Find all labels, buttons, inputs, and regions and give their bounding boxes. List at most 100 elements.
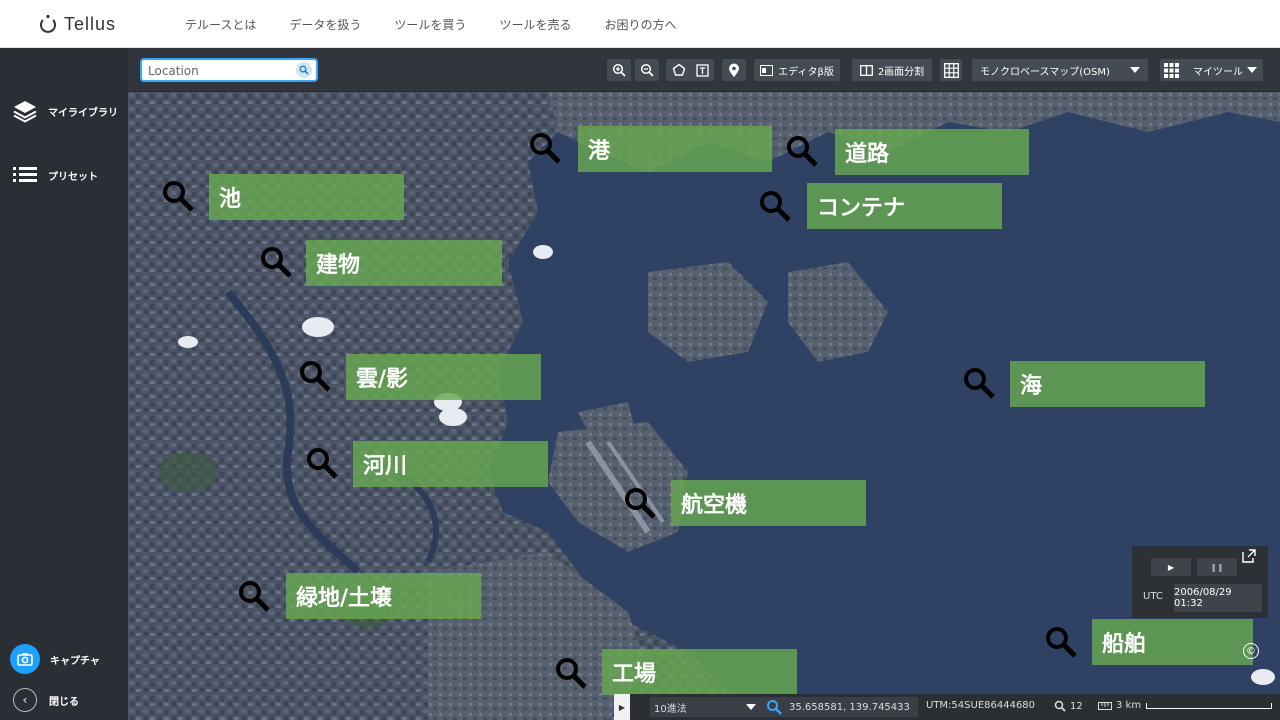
play-icon: ▶ — [1167, 562, 1175, 572]
nav-about[interactable]: テルースとは — [185, 16, 256, 33]
poi-label-road[interactable]: 道路 — [835, 129, 1029, 175]
my-tools-label: マイツール — [1193, 66, 1243, 78]
status-collapse-toggle[interactable]: ▶ — [614, 694, 630, 720]
pause-icon: ❚❚ — [1210, 562, 1224, 572]
utc-label: UTC — [1143, 591, 1163, 602]
zoom-level-indicator: 12 — [1054, 700, 1083, 712]
chevron-right-icon: ▶ — [618, 702, 626, 712]
my-tools-button[interactable]: マイツール — [1160, 59, 1263, 81]
zoom-in-icon — [612, 63, 626, 77]
container-magnifier-icon[interactable] — [757, 188, 793, 224]
poi-label-building[interactable]: 建物 — [306, 240, 502, 286]
nav-buy-tools[interactable]: ツールを買う — [394, 16, 466, 33]
nav-data[interactable]: データを扱う — [289, 16, 361, 33]
basemap-select-value: モノクロベースマップ(OSM) — [980, 66, 1110, 78]
editor-beta-label: エディタβ版 — [778, 66, 834, 78]
split-view-icon — [859, 64, 873, 76]
poi-label-port[interactable]: 港 — [578, 126, 772, 172]
basemap-select[interactable]: モノクロベースマップ(OSM) — [972, 59, 1148, 81]
building-magnifier-icon[interactable] — [258, 244, 294, 280]
search-button[interactable] — [296, 62, 312, 78]
coordinate-format-select[interactable]: 10進法 — [650, 697, 762, 717]
latlng-search-field[interactable]: 35.658581, 139.745433 — [758, 697, 918, 717]
map-pin-icon — [729, 63, 739, 77]
poi-label-sea[interactable]: 海 — [1010, 361, 1205, 407]
zoom-out-button[interactable] — [635, 59, 659, 81]
editor-icon — [760, 64, 774, 76]
sidebar-label-my-library: マイライブラリ — [48, 107, 118, 119]
sidebar-label-preset: プリセット — [48, 171, 98, 183]
main-nav: テルースとは データを扱う ツールを買う ツールを売る お困りの方へ — [185, 0, 709, 48]
sidebar-item-close[interactable]: ‹ 閉じる — [13, 688, 79, 712]
poi-label-aircraft[interactable]: 航空機 — [671, 480, 866, 526]
map-toolbar: エディタβ版 2画面分割 モノクロベースマップ(OSM) マイツール — [128, 48, 1280, 92]
list-icon — [12, 162, 38, 188]
open-external-icon[interactable] — [1242, 549, 1256, 563]
coordinate-format-value: 10進法 — [654, 703, 687, 715]
split-screen-label: 2画面分割 — [877, 66, 925, 78]
top-header: Tellus テルースとは データを扱う ツールを買う ツールを売る お困りの方… — [0, 0, 1280, 48]
sidebar-label-close: 閉じる — [49, 696, 79, 708]
poi-label-pond[interactable]: 池 — [209, 174, 404, 220]
search-icon — [767, 700, 782, 715]
ship-magnifier-icon[interactable] — [1043, 624, 1079, 660]
polygon-icon[interactable] — [672, 63, 686, 77]
layers-icon — [12, 98, 38, 124]
text-tool-icon[interactable] — [695, 63, 709, 77]
tellus-logo-icon — [38, 14, 58, 34]
copyright-icon[interactable]: © — [1243, 643, 1259, 659]
zoom-in-button[interactable] — [607, 59, 631, 81]
zoom-out-icon — [640, 63, 654, 77]
draw-tools-group — [666, 59, 714, 81]
scale-indicator: 3 km — [1098, 700, 1141, 711]
poi-label-green-soil[interactable]: 緑地/土壌 — [286, 573, 481, 619]
pause-button[interactable]: ❚❚ — [1197, 558, 1237, 576]
nav-sell-tools[interactable]: ツールを売る — [499, 16, 571, 33]
chevron-down-icon — [1130, 67, 1140, 73]
poi-label-container[interactable]: コンテナ — [807, 183, 1002, 229]
ruler-icon — [1098, 701, 1112, 710]
factory-magnifier-icon[interactable] — [553, 655, 589, 691]
chevron-down-icon — [746, 704, 756, 710]
search-icon — [299, 65, 309, 75]
sidebar-item-capture[interactable]: キャプチャ — [10, 644, 100, 674]
cloud-magnifier-icon[interactable] — [297, 358, 333, 394]
sidebar-label-capture: キャプチャ — [50, 655, 100, 667]
marker-button[interactable] — [722, 59, 746, 81]
location-search — [140, 58, 318, 82]
grid-toggle-button[interactable] — [940, 59, 962, 81]
tellus-logo[interactable]: Tellus — [38, 12, 116, 36]
river-magnifier-icon[interactable] — [304, 445, 340, 481]
satellite-map[interactable]: 港 道路 コンテナ 池 建物 雲/影 海 河川 航空機 緑地/土壌 船舶 工場 — [128, 92, 1280, 720]
poi-label-cloud-shadow[interactable]: 雲/影 — [346, 354, 541, 400]
nav-help[interactable]: お困りの方へ — [604, 16, 676, 33]
poi-label-river[interactable]: 河川 — [353, 441, 548, 487]
split-screen-button[interactable]: 2画面分割 — [852, 59, 932, 81]
camera-icon — [10, 644, 40, 674]
map-status-bar: ▶ 10進法 35.658581, 139.745433 UTM:54SUE86… — [614, 694, 1280, 720]
grid-icon — [943, 62, 959, 78]
green-soil-magnifier-icon[interactable] — [236, 578, 272, 614]
left-sidebar: マイライブラリ プリセット キャプチャ ‹ 閉じる — [0, 48, 128, 720]
pond-magnifier-icon[interactable] — [160, 178, 196, 214]
scale-bar — [1146, 703, 1272, 709]
aircraft-magnifier-icon[interactable] — [622, 485, 658, 521]
sea-magnifier-icon[interactable] — [961, 365, 997, 401]
play-button[interactable]: ▶ — [1151, 558, 1191, 576]
port-magnifier-icon[interactable] — [527, 130, 563, 166]
editor-beta-button[interactable]: エディタβ版 — [754, 59, 840, 81]
tellus-logo-text: Tellus — [64, 13, 117, 34]
magnifier-icon — [1054, 700, 1066, 712]
apps-grid-icon — [1164, 62, 1179, 78]
road-magnifier-icon[interactable] — [784, 133, 820, 169]
location-search-input[interactable] — [142, 61, 292, 81]
chevron-left-icon: ‹ — [13, 688, 37, 712]
scale-value: 3 km — [1116, 700, 1142, 711]
chevron-down-icon — [1247, 67, 1257, 73]
datetime-field[interactable]: 2006/08/29 01:32 — [1174, 584, 1262, 612]
poi-label-factory[interactable]: 工場 — [602, 649, 797, 695]
utm-coordinate: UTM:54SUE86444680 — [926, 700, 1036, 711]
sidebar-item-my-library[interactable]: マイライブラリ — [12, 98, 118, 124]
poi-label-ship[interactable]: 船舶 — [1092, 619, 1253, 665]
sidebar-item-preset[interactable]: プリセット — [12, 162, 98, 188]
